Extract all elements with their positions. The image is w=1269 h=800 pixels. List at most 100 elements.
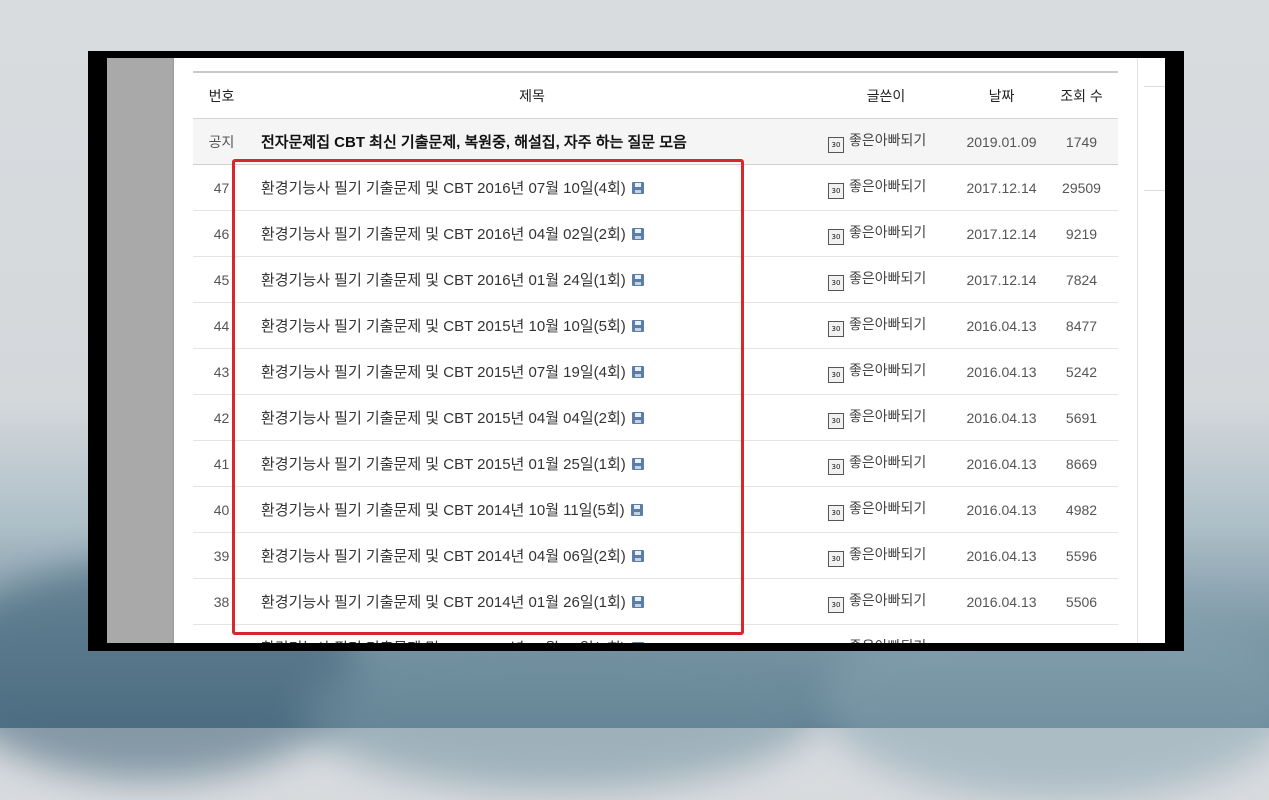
post-author[interactable]: 30 좋은아빠되기 (814, 256, 958, 303)
notice-author[interactable]: 30 좋은아빠되기 (814, 118, 958, 165)
header-views[interactable]: 조회 수 (1045, 72, 1118, 119)
post-author[interactable]: 30좋은아빠되기 (814, 486, 958, 533)
floppy-disk-icon (631, 228, 644, 240)
post-views: 5691 (1045, 394, 1118, 441)
post-views: 7824 (1045, 256, 1118, 303)
table-header-row: 번호 제목 글쓴이 날짜 조회 수 (193, 72, 1118, 119)
table-row[interactable]: 43 환경기능사 필기 기출문제 및 CBT 2015년 07월 19일(4회) 3… (193, 348, 1118, 395)
background-blur (300, 630, 820, 790)
post-title-link[interactable]: 환경기능사 필기 기출문제 및 CBT 2016년 01월 24일(1회) (261, 272, 626, 289)
member-level-icon: 30 (828, 321, 844, 337)
board-panel: 번호 제목 글쓴이 날짜 조회 수 공지 전자문제집 CBT 최신 기출문제, … (174, 58, 1137, 643)
notice-title-link[interactable]: 전자문제집 CBT 최신 기출문제, 복원중, 해설집, 자주 하는 질문 모음 (250, 118, 814, 165)
post-views: 29509 (1045, 164, 1118, 211)
post-title-link[interactable]: 환경기능사 필기 기출문제 및 CBT 2015년 07월 19일(4회) (261, 364, 626, 381)
table-row[interactable]: 45 환경기능사 필기 기출문제 및 CBT 2016년 01월 24일(1회) 3… (193, 256, 1118, 303)
post-title-link[interactable]: 환경기능사 필기 기출문제 및 CBT 2015년 04월 04일(2회) (261, 410, 626, 427)
floppy-disk-icon (631, 320, 644, 332)
post-title-cell[interactable]: 환경기능사 필기 기출문제 및 CBT 2015년 04월 04일(2회) (250, 394, 814, 441)
post-date: 2017.12.14 (958, 256, 1045, 303)
table-row[interactable]: 42 환경기능사 필기 기출문제 및 CBT 2015년 04월 04일(2회) 3… (193, 394, 1118, 441)
post-title-cell[interactable]: 환경기능사 필기 기출문제 및 CBT 2014년 01월 26일(1회) (250, 578, 814, 625)
post-views: 9219 (1045, 210, 1118, 257)
header-number[interactable]: 번호 (193, 72, 250, 119)
post-views: 4982 (1045, 486, 1118, 533)
post-author[interactable]: 30 좋은아빠되기 (814, 348, 958, 395)
post-title-cell[interactable]: 환경기능사 필기 기출문제 및 CBT 2015년 01월 25일(1회) (250, 440, 814, 487)
post-views: 8477 (1045, 302, 1118, 349)
member-level-icon: 30 (828, 367, 844, 383)
post-title-cell[interactable]: 환경기능사 필기 기출문제 및 CBT 2016년 04월 02일(2회) (250, 210, 814, 257)
post-number: 41 (193, 440, 250, 487)
post-title-link[interactable]: 환경기능사 필기 기출문제 및 CBT 2015년 01월 25일(1회) (261, 456, 626, 473)
post-title-link[interactable]: 환경기능사 필기 기출문제 및 CBT 2015년 10월 10일(5회) (261, 318, 626, 335)
post-author[interactable]: 30좋은아빠되기 (814, 578, 958, 625)
post-date: 2016.04.13 (958, 440, 1045, 487)
post-title-link[interactable]: 환경기능사 필기 기출문제 및 CBT 2016년 04월 02일(2회) (261, 226, 626, 243)
board-table: 번호 제목 글쓴이 날짜 조회 수 공지 전자문제집 CBT 최신 기출문제, … (193, 71, 1118, 643)
post-title-cell[interactable]: 환경기능사 필기 기출문제 및 CBT 2016년 07월 10일(4회) (250, 164, 814, 211)
author-name: 좋은아빠되기 (849, 638, 926, 643)
table-row[interactable]: 46 환경기능사 필기 기출문제 및 CBT 2016년 04월 02일(2회) 3… (193, 210, 1118, 257)
post-author[interactable]: 30좋은아빠되기 (814, 394, 958, 441)
floppy-disk-icon (631, 596, 644, 608)
post-number: 38 (193, 578, 250, 625)
notice-label: 공지 (193, 118, 250, 165)
member-level-icon: 30 (828, 183, 844, 199)
floppy-disk-icon (631, 366, 644, 378)
post-author[interactable]: 30좋은아빠되기 (814, 302, 958, 349)
post-title-cell[interactable]: 환경기능사 필기 기출문제 및 CBT 2014년 10월 11일(5회) (250, 486, 814, 533)
post-number: 46 (193, 210, 250, 257)
post-author[interactable]: 30좋은아빠되기 (814, 210, 958, 257)
author-name: 좋은아빠되기 (849, 270, 927, 286)
post-author[interactable]: 30좋은아빠되기 (814, 164, 958, 211)
post-title-link[interactable]: 환경기능사 필기 기출문제 및 CBT 2014년 01월 26일(1회) (261, 594, 626, 611)
table-row[interactable]: 37 환경기능사 필기 기출문제 및 CBT 2013년 10월 12일(5회) 3… (193, 624, 1118, 643)
notice-row[interactable]: 공지 전자문제집 CBT 최신 기출문제, 복원중, 해설집, 자주 하는 질문… (193, 118, 1118, 165)
post-views: 4550 (1045, 624, 1118, 643)
post-title-link[interactable]: 환경기능사 필기 기출문제 및 CBT 2013년 10월 12일(5회) (261, 640, 626, 643)
post-number: 44 (193, 302, 250, 349)
header-title[interactable]: 제목 (250, 72, 814, 119)
post-title-link[interactable]: 환경기능사 필기 기출문제 및 CBT 2014년 04월 06일(2회) (261, 548, 626, 565)
author-name: 좋은아빠되기 (849, 224, 927, 240)
header-date[interactable]: 날짜 (958, 72, 1045, 119)
member-level-icon: 30 (828, 551, 844, 567)
post-number: 40 (193, 486, 250, 533)
table-row[interactable]: 47 환경기능사 필기 기출문제 및 CBT 2016년 07월 10일(4회) 3… (193, 164, 1118, 211)
table-row[interactable]: 38 환경기능사 필기 기출문제 및 CBT 2014년 01월 26일(1회) 3… (193, 578, 1118, 625)
post-author[interactable]: 30좋은아빠되기 (814, 624, 958, 643)
post-title-cell[interactable]: 환경기능사 필기 기출문제 및 CBT 2014년 04월 06일(2회) (250, 532, 814, 579)
post-author[interactable]: 30좋은아빠되기 (814, 440, 958, 487)
post-date: 2016.04.13 (958, 532, 1045, 579)
author-name: 좋은아빠되기 (849, 362, 927, 378)
floppy-disk-icon (631, 412, 644, 424)
table-row[interactable]: 44 환경기능사 필기 기출문제 및 CBT 2015년 10월 10일(5회) 3… (193, 302, 1118, 349)
post-title-cell[interactable]: 환경기능사 필기 기출문제 및 CBT 2013년 10월 12일(5회) (250, 624, 814, 643)
post-number: 37 (193, 624, 250, 643)
author-name: 좋은아빠되기 (849, 592, 927, 608)
member-level-icon: 30 (828, 459, 844, 475)
header-author[interactable]: 글쓴이 (814, 72, 958, 119)
table-row[interactable]: 39 환경기능사 필기 기출문제 및 CBT 2014년 04월 06일(2회) 3… (193, 532, 1118, 579)
right-sidebar-edge (1137, 58, 1165, 643)
post-date: 2017.12.14 (958, 210, 1045, 257)
post-author[interactable]: 30좋은아빠되기 (814, 532, 958, 579)
member-level-icon: 30 (828, 275, 844, 291)
notice-date: 2019.01.09 (958, 118, 1045, 165)
post-date: 2016.04.13 (958, 348, 1045, 395)
post-title-link[interactable]: 환경기능사 필기 기출문제 및 CBT 2016년 07월 10일(4회) (261, 180, 626, 197)
floppy-disk-icon (631, 182, 644, 194)
table-row[interactable]: 40 환경기능사 필기 기출문제 및 CBT 2014년 10월 11일(5회) 3… (193, 486, 1118, 533)
post-number: 43 (193, 348, 250, 395)
post-title-cell[interactable]: 환경기능사 필기 기출문제 및 CBT 2015년 10월 10일(5회) (250, 302, 814, 349)
post-number: 42 (193, 394, 250, 441)
post-title-link[interactable]: 환경기능사 필기 기출문제 및 CBT 2014년 10월 11일(5회) (261, 502, 625, 519)
table-row[interactable]: 41 환경기능사 필기 기출문제 및 CBT 2015년 01월 25일(1회) 3… (193, 440, 1118, 487)
floppy-disk-icon (631, 458, 644, 470)
post-number: 39 (193, 532, 250, 579)
post-title-cell[interactable]: 환경기능사 필기 기출문제 및 CBT 2015년 07월 19일(4회) (250, 348, 814, 395)
post-title-cell[interactable]: 환경기능사 필기 기출문제 및 CBT 2016년 01월 24일(1회) (250, 256, 814, 303)
member-level-icon: 30 (828, 137, 844, 153)
floppy-disk-icon (631, 550, 644, 562)
